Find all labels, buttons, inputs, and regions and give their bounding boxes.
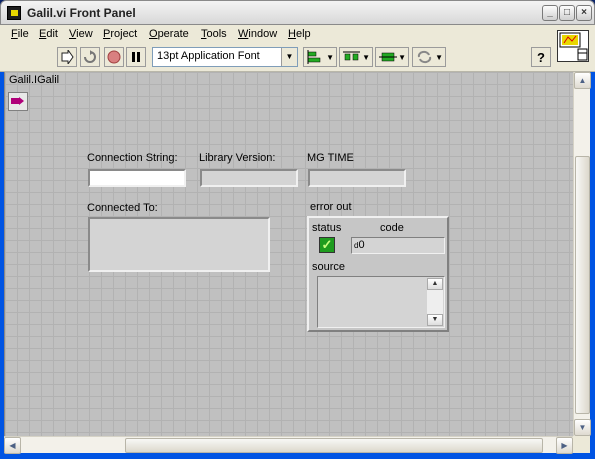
chevron-down-icon: ▼ (398, 52, 406, 62)
window: Galil.vi Front Panel _ □ × File Edit Vie… (0, 0, 595, 459)
mg-time-label: MG TIME (307, 152, 354, 164)
menu-operate[interactable]: Operate (149, 28, 189, 40)
vertical-scrollbar[interactable]: ▲ ▼ (573, 72, 591, 436)
status-check-icon: ✓ (319, 237, 335, 253)
vi-connector-icon[interactable] (557, 30, 589, 62)
galil-label: Galil.IGalil (9, 74, 60, 86)
source-indicator: ▲ ▼ (317, 276, 445, 328)
menu-file[interactable]: File (11, 28, 29, 40)
scroll-right-button[interactable]: ▶ (556, 437, 573, 454)
run-continuous-icon (84, 50, 96, 63)
vertical-scroll-thumb[interactable] (575, 156, 590, 414)
pause-button[interactable] (126, 47, 146, 67)
menu-window[interactable]: Window (238, 28, 277, 40)
chevron-down-icon: ▼ (326, 52, 334, 62)
menu-tools[interactable]: Tools (201, 28, 227, 40)
code-label: code (380, 222, 404, 234)
toolbar: 13pt Application Font ▼ ▼ ▼ ▼ ▼ ? (0, 44, 595, 72)
pause-icon (132, 52, 140, 62)
run-button[interactable] (57, 47, 77, 67)
abort-icon (107, 50, 121, 64)
source-scrollbar[interactable]: ▲ ▼ (427, 278, 443, 326)
title-bar[interactable]: Galil.vi Front Panel _ □ × (0, 0, 595, 25)
reorder-dropdown[interactable]: ▼ (412, 47, 446, 67)
window-title: Galil.vi Front Panel (27, 6, 136, 20)
scroll-up-icon[interactable]: ▲ (427, 278, 443, 290)
refnum-icon (11, 97, 24, 105)
font-select-value: 13pt Application Font (157, 50, 260, 62)
align-objects-icon (307, 50, 321, 64)
menu-view[interactable]: View (69, 28, 93, 40)
scroll-corner (573, 436, 590, 453)
vi-icon-graphic (559, 32, 588, 61)
status-label: status (312, 222, 342, 234)
mg-time-indicator (308, 169, 406, 187)
menu-bar: File Edit View Project Operate Tools Win… (0, 25, 595, 44)
code-value: 0 (358, 239, 365, 251)
scroll-down-icon[interactable]: ▼ (427, 314, 443, 326)
chevron-down-icon: ▼ (281, 48, 297, 66)
front-panel: Galil.IGalil Connection String: Library … (4, 72, 573, 436)
connected-to-label: Connected To: (87, 202, 158, 214)
chevron-down-icon: ▼ (435, 52, 443, 62)
distribute-objects-icon (343, 51, 360, 61)
labview-vi-icon (7, 6, 21, 20)
menu-edit[interactable]: Edit (39, 28, 58, 40)
horizontal-scrollbar[interactable]: ◀ ▶ (4, 436, 573, 454)
reorder-icon (417, 50, 432, 64)
run-continuously-button[interactable] (80, 47, 100, 67)
resize-objects-icon (379, 52, 397, 62)
library-version-label: Library Version: (199, 152, 276, 164)
connected-to-indicator (88, 217, 270, 272)
run-arrow-icon (61, 50, 74, 64)
error-out-cluster: status code ✓ d0 source ▲ ▼ (307, 216, 449, 332)
horizontal-scroll-thumb[interactable] (125, 438, 543, 453)
connection-string-input[interactable] (88, 169, 186, 187)
scroll-left-button[interactable]: ◀ (4, 437, 21, 454)
scroll-up-button[interactable]: ▲ (574, 72, 591, 89)
menu-help[interactable]: Help (288, 28, 311, 40)
align-objects-dropdown[interactable]: ▼ (303, 47, 337, 67)
context-help-button[interactable]: ? (531, 47, 551, 67)
scroll-down-button[interactable]: ▼ (574, 419, 591, 436)
abort-button[interactable] (104, 47, 124, 67)
error-out-label: error out (310, 201, 352, 213)
distribute-objects-dropdown[interactable]: ▼ (339, 47, 373, 67)
resize-objects-dropdown[interactable]: ▼ (375, 47, 409, 67)
font-select[interactable]: 13pt Application Font ▼ (152, 47, 298, 67)
code-indicator: d0 (351, 237, 445, 254)
galil-refnum-control[interactable] (8, 92, 28, 111)
minimize-button[interactable]: _ (542, 5, 558, 21)
chevron-down-icon: ▼ (362, 52, 370, 62)
close-button[interactable]: × (576, 5, 592, 21)
library-version-indicator (200, 169, 298, 187)
maximize-button[interactable]: □ (559, 5, 575, 21)
menu-project[interactable]: Project (103, 28, 137, 40)
connection-string-label: Connection String: (87, 152, 178, 164)
source-label: source (312, 261, 346, 273)
